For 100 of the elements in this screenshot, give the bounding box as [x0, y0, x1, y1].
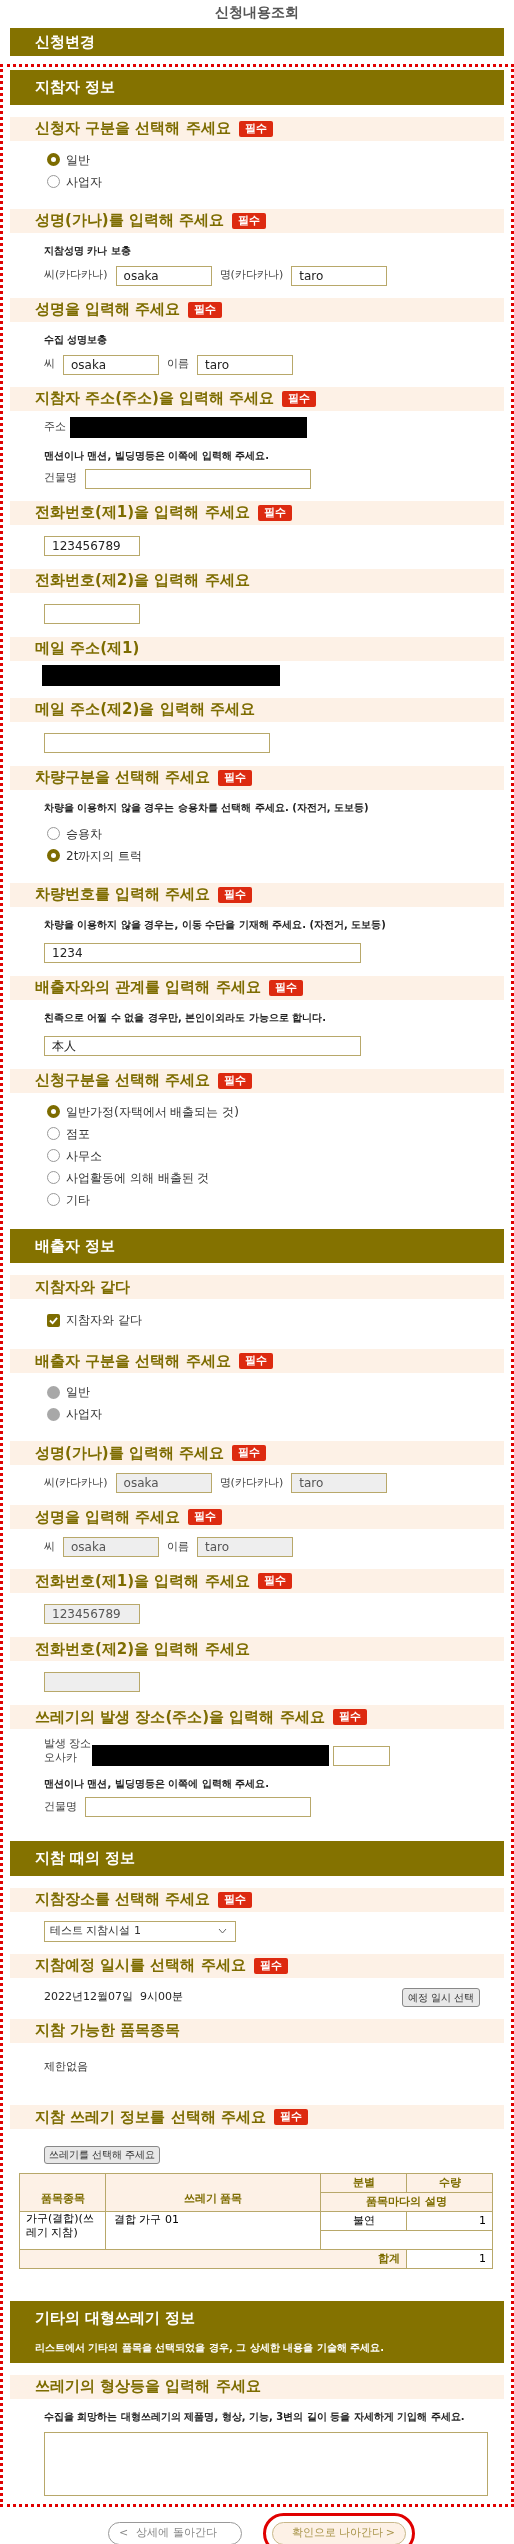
text-field[interactable]: 123456789 [44, 535, 140, 556]
required-badge: 필수 [238, 120, 273, 137]
text-field[interactable]: taro [197, 354, 293, 375]
text-area[interactable] [44, 2431, 488, 2496]
column-header: 분별 [320, 2173, 407, 2193]
field-heading: 쓰레기의 발생 장소(주소)을 입력해 주세요 [35, 1706, 325, 1728]
radio-label: 사업활동에 의해 배출된 것 [66, 1170, 210, 1185]
back-button[interactable]: < 상세에 돌아간다 [108, 2521, 242, 2544]
text-field[interactable]: 本人 [44, 1036, 361, 1056]
required-badge: 필수 [257, 1573, 292, 1589]
field-heading: 배출자 구분을 선택해 주세요 [35, 1350, 231, 1372]
field-heading: 신청자 구분을 선택해 주세요 [35, 118, 231, 140]
field-label: 씨 [44, 1538, 55, 1555]
section-title: 기타의 대형쓰레기 정보 [35, 2308, 197, 2329]
section-note: 리스트에서 기타의 품목을 선택되었을 경우, 그 상세한 내용을 기술해 주세요. [35, 2340, 385, 2355]
text-field[interactable] [85, 468, 311, 489]
required-badge: 필수 [273, 2109, 308, 2125]
hint-text: 차량을 이용하지 않을 경우는 승용차를 선택해 주세요. (자전거, 도보등) [43, 800, 370, 815]
radio-button[interactable] [47, 153, 60, 166]
field-heading: 전화번호(제1)을 입력해 주세요 [35, 502, 250, 524]
field-heading: 성명(가나)를 입력해 주세요 [35, 210, 225, 232]
chevron-down-icon [218, 1928, 227, 1934]
text-field[interactable] [44, 732, 270, 753]
radio-button[interactable] [47, 1149, 60, 1162]
radio-label: 일반 [66, 1385, 90, 1399]
radio-button[interactable] [47, 827, 60, 840]
field-heading: 전화번호(제2)을 입력해 주세요 [35, 570, 250, 592]
text-field[interactable]: 1234 [44, 942, 361, 963]
required-badge: 필수 [218, 1072, 253, 1089]
radio-button[interactable] [47, 849, 60, 862]
radio-button[interactable] [47, 1127, 60, 1140]
table-cell: 1 [406, 2211, 493, 2231]
hint-text: 지참성명 카나 보충 [43, 243, 132, 258]
radio-button[interactable] [47, 1193, 60, 1206]
dropdown[interactable]: 테스트 지참시설 1 [44, 1920, 236, 1942]
field-label: 발생 장소 [44, 1737, 92, 1751]
field-heading: 배출자와의 관계를 입력해 주세요 [35, 977, 261, 999]
required-badge: 필수 [332, 1709, 367, 1725]
field-heading: 신청구분을 선택해 주세요 [35, 1070, 211, 1092]
required-badge: 필수 [188, 1509, 223, 1525]
field-heading: 성명(가나)를 입력해 주세요 [35, 1442, 225, 1464]
section-title: 지참 때의 정보 [35, 1848, 137, 1869]
section-title: 배출자 정보 [35, 1235, 117, 1257]
required-badge: 필수 [282, 390, 317, 407]
hint-text: 수집을 희망하는 대형쓰레기의 제품명, 형상, 기능, 3변의 길이 등을 자세하게 기입해 주세요. [43, 2409, 466, 2424]
select-waste-button[interactable]: 쓰레기를 선택해 주세요 [44, 2145, 161, 2164]
text-field[interactable] [85, 1797, 311, 1817]
field-label: 명(카다카나) [219, 1474, 284, 1491]
column-header: 쓰레기 품목 [105, 2173, 321, 2212]
radio-button[interactable] [47, 175, 60, 188]
radio-button[interactable] [47, 1105, 60, 1118]
required-badge: 필수 [218, 769, 253, 786]
required-badge: 필수 [218, 1891, 253, 1908]
radio-label: 사무소 [66, 1148, 102, 1163]
field-heading: 메일 주소(제1) [35, 638, 140, 660]
radio-label: 사업자 [66, 174, 102, 189]
field-heading: 전화번호(제2)을 입력해 주세요 [35, 1638, 250, 1660]
choose-date-button[interactable]: 예정 일시 선택 [401, 1987, 480, 2007]
radio-label: 사업자 [66, 1407, 102, 1421]
field-heading: 성명을 입력해 주세요 [35, 299, 181, 321]
field-label: 씨 [44, 356, 55, 373]
field-label: 명(카다카나) [219, 267, 284, 284]
hint-text: 수집 성명보충 [43, 332, 109, 347]
text-field[interactable]: taro [291, 265, 388, 286]
radio-label: 기타 [66, 1192, 90, 1207]
field-heading: 차량번호를 입력해 주세요 [35, 884, 211, 906]
radio-label: 일반 [66, 152, 90, 167]
field-heading: 전화번호(제1)을 입력해 주세요 [35, 1570, 250, 1592]
radio-label: 일반가정(자택에서 배출되는 것) [66, 1104, 239, 1119]
field-heading: 차량구분을 선택해 주세요 [35, 767, 211, 789]
table-cell: 불연 [320, 2211, 407, 2231]
field-label: 이름 [167, 356, 189, 373]
required-badge: 필수 [257, 504, 292, 521]
hint-text: 차량을 이용하지 않을 경우는, 이동 수단을 기재해 주세요. (자전거, 도보등) [43, 917, 387, 932]
checkbox-label: 지참자와 같다 [66, 1312, 142, 1329]
field-heading: 쓰레기의 형상등을 입력해 주세요 [35, 2376, 261, 2398]
field-label: 건물명 [44, 1798, 77, 1815]
text-field[interactable]: osaka [63, 354, 159, 375]
radio-button[interactable] [47, 1171, 60, 1184]
hint-text: 맨션이나 맨션, 빌딩명등은 이쪽에 입력해 주세요. [43, 448, 270, 463]
field-label: 주소 [44, 418, 66, 435]
text-field[interactable]: osaka [115, 265, 212, 286]
column-header: 품목마다의 설명 [320, 2192, 493, 2212]
field-heading: 지참 쓰레기 정보를 선택해 주세요 [35, 2106, 266, 2128]
field-label: 씨(카다카나) [44, 1474, 108, 1491]
checkbox[interactable] [47, 1313, 60, 1327]
checkmark-icon [49, 1315, 58, 1325]
field-heading: 지참장소를 선택해 주세요 [35, 1889, 211, 1911]
column-header: 품목종목 [19, 2173, 106, 2212]
radio-label: 승용차 [66, 826, 102, 841]
field-label: 이름 [167, 1538, 189, 1555]
text-field[interactable] [44, 603, 140, 624]
table-cell: 가구(결합)(쓰레기 지참) [19, 2211, 106, 2250]
field-heading: 지참자 주소(주소)을 입력해 주세요 [35, 388, 275, 410]
total-value: 1 [406, 2249, 493, 2269]
page-title: 신청내용조회 [214, 3, 300, 22]
text-field[interactable] [332, 1745, 390, 1766]
required-badge: 필수 [238, 1353, 273, 1369]
field-heading: 지참예정 일시를 선택해 주세요 [35, 1955, 246, 1977]
value-text: 제한없음 [43, 2058, 89, 2075]
